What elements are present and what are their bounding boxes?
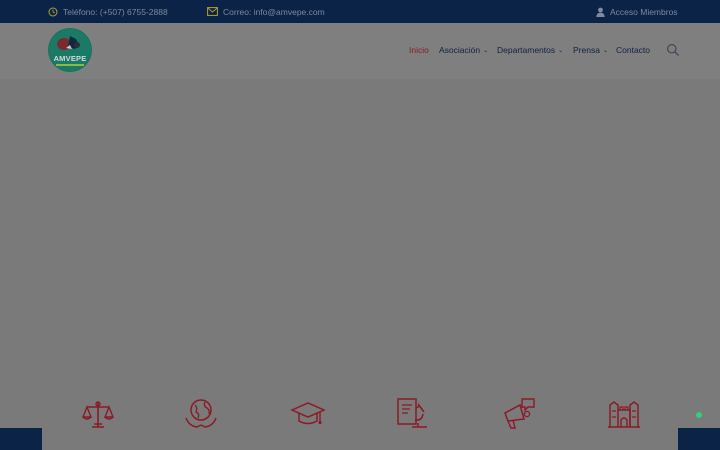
research-microscope-icon[interactable]	[394, 396, 430, 432]
globe-hands-icon[interactable]	[183, 396, 219, 432]
nav-label: Inicio	[409, 45, 429, 55]
envelope-icon	[207, 7, 218, 16]
email-text: Correo: info@amvepe.com	[223, 6, 325, 17]
nav-item-prensa[interactable]: Prensa ⌄	[573, 45, 608, 55]
search-button[interactable]	[666, 43, 680, 57]
chevron-down-icon: ⌄	[602, 47, 608, 54]
nav-label: Asociación	[439, 45, 481, 55]
nav-item-departamentos[interactable]: Departamentos ⌄	[497, 45, 563, 55]
member-login-label: Acceso Miembros	[610, 6, 678, 17]
nav-item-asociacion[interactable]: Asociación ⌄	[439, 45, 488, 55]
logo-underline	[56, 64, 84, 66]
clock-icon	[48, 7, 58, 16]
services-strip	[42, 396, 678, 450]
graduation-cap-icon[interactable]	[290, 396, 326, 432]
megaphone-icon[interactable]	[500, 396, 536, 432]
footer-corner-left	[0, 428, 42, 450]
nav-label: Contacto	[616, 45, 651, 55]
email-info[interactable]: Correo: info@amvepe.com	[207, 0, 325, 23]
nav-item-contacto[interactable]: Contacto	[616, 45, 650, 55]
phone-text: Teléfono: (+507) 6755-2888	[63, 6, 168, 17]
nav-item-inicio[interactable]: Inicio	[409, 45, 429, 55]
phone-info[interactable]: Teléfono: (+507) 6755-2888	[48, 0, 168, 23]
justice-scales-icon[interactable]	[80, 396, 116, 432]
search-icon	[667, 44, 680, 57]
nav-label: Prensa	[573, 45, 600, 55]
footer-corner-right	[678, 428, 720, 450]
hero-banner	[0, 79, 720, 450]
logo-text: AMVEPE	[53, 54, 87, 63]
top-bar: Teléfono: (+507) 6755-2888 Correo: info@…	[0, 0, 720, 23]
nav-label: Departamentos	[497, 45, 556, 55]
building-icon[interactable]	[606, 396, 642, 432]
chevron-down-icon: ⌄	[483, 47, 489, 54]
online-status-dot[interactable]	[696, 412, 702, 418]
site-logo[interactable]: AMVEPE	[48, 28, 92, 72]
user-icon	[596, 7, 605, 17]
site-header: AMVEPE Inicio Asociación ⌄ Departamentos…	[0, 23, 720, 79]
chevron-down-icon: ⌄	[558, 47, 564, 54]
member-login-link[interactable]: Acceso Miembros	[596, 0, 678, 23]
